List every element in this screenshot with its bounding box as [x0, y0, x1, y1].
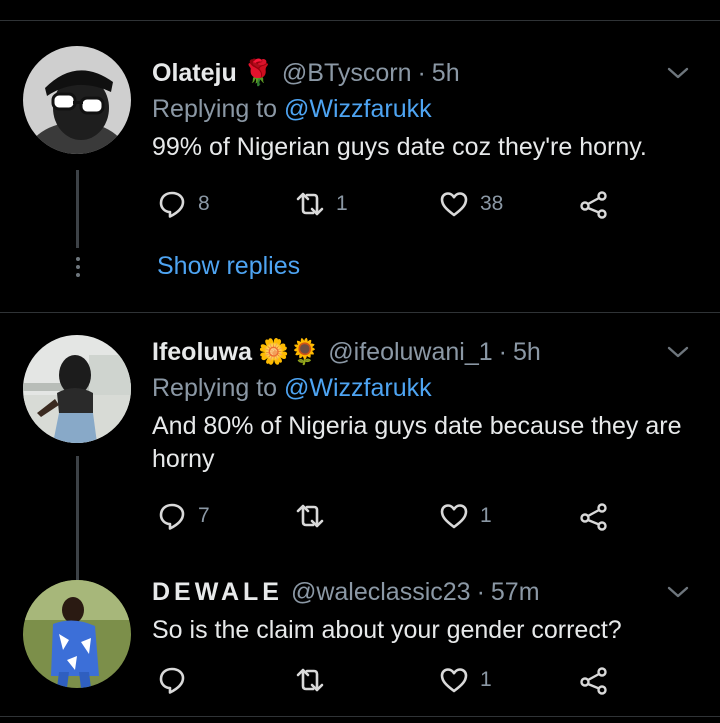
top-divider [0, 20, 720, 21]
reply-count: 7 [198, 504, 210, 527]
avatar[interactable] [23, 335, 131, 443]
separator: · [417, 58, 426, 87]
like-button[interactable]: 38 [438, 186, 503, 222]
replying-to-label: Replying to [152, 374, 285, 402]
reply-icon [159, 191, 185, 218]
avatar[interactable] [23, 46, 131, 154]
share-icon [580, 191, 607, 219]
user-handle[interactable]: @BTyscorn [282, 59, 412, 88]
show-replies-link[interactable]: Show replies [157, 252, 300, 281]
like-icon [440, 668, 468, 693]
chevron-down-icon[interactable] [664, 59, 692, 87]
like-count: 1 [480, 668, 492, 691]
mention-link[interactable]: @Wizzfarukk [284, 374, 432, 402]
timestamp[interactable]: 57m [491, 578, 540, 607]
replying-to-label: Replying to [152, 95, 285, 123]
bottom-divider [0, 716, 720, 717]
display-name[interactable]: DEWALE [152, 578, 283, 607]
tweet-actions: 8 1 38 [152, 186, 622, 222]
user-handle[interactable]: @ifeoluwani_1 [328, 338, 492, 367]
retweet-icon [296, 504, 324, 528]
reply-count: 8 [198, 192, 210, 215]
like-button[interactable]: 1 [438, 498, 492, 534]
thread-line [76, 170, 79, 248]
display-name[interactable]: Olateju [152, 59, 237, 88]
share-icon [580, 667, 607, 695]
like-count: 38 [480, 192, 504, 215]
retweet-icon [296, 668, 324, 692]
separator: · [498, 337, 507, 366]
reply-icon [159, 667, 185, 694]
display-name[interactable]: Ifeoluwa [152, 338, 252, 367]
reply-icon [159, 503, 185, 530]
retweet-button[interactable] [294, 662, 336, 698]
retweet-button[interactable]: 1 [294, 186, 348, 222]
share-button[interactable] [578, 186, 610, 222]
mention-link[interactable]: @Wizzfarukk [284, 95, 432, 123]
separator: · [476, 577, 485, 606]
tweet-actions: 7 1 [152, 498, 622, 534]
reply-button[interactable] [156, 662, 198, 698]
retweet-button[interactable] [294, 498, 336, 534]
share-icon [580, 503, 607, 531]
chevron-down-icon[interactable] [664, 338, 692, 366]
timestamp[interactable]: 5h [432, 59, 460, 88]
flower-emoji: 🌼🌻 [258, 337, 321, 366]
retweet-icon [296, 192, 324, 216]
tweet-text: 99% of Nigerian guys date coz they're ho… [152, 133, 647, 161]
like-count: 1 [480, 504, 492, 527]
tweet-actions: 1 [152, 662, 622, 698]
chevron-down-icon[interactable] [664, 578, 692, 606]
like-icon [440, 504, 468, 529]
tweet-text: So is the claim about your gender correc… [152, 616, 622, 644]
share-button[interactable] [578, 498, 610, 534]
user-handle[interactable]: @waleclassic23 [291, 578, 471, 607]
tweet-text: And 80% of Nigeria guys date because the… [152, 412, 682, 473]
like-icon [440, 192, 468, 217]
share-button[interactable] [578, 662, 610, 698]
retweet-count: 1 [336, 192, 348, 215]
thread-line [76, 456, 79, 586]
replying-to: Replying to @Wizzfarukk [152, 372, 700, 404]
thread-more-dots [76, 257, 80, 281]
avatar[interactable] [23, 580, 131, 688]
tweet-divider [0, 312, 720, 313]
rose-emoji: 🌹 [242, 58, 274, 87]
like-button[interactable]: 1 [438, 662, 492, 698]
replying-to: Replying to @Wizzfarukk [152, 93, 700, 125]
reply-button[interactable]: 8 [156, 186, 210, 222]
timestamp[interactable]: 5h [513, 338, 541, 367]
reply-button[interactable]: 7 [156, 498, 210, 534]
